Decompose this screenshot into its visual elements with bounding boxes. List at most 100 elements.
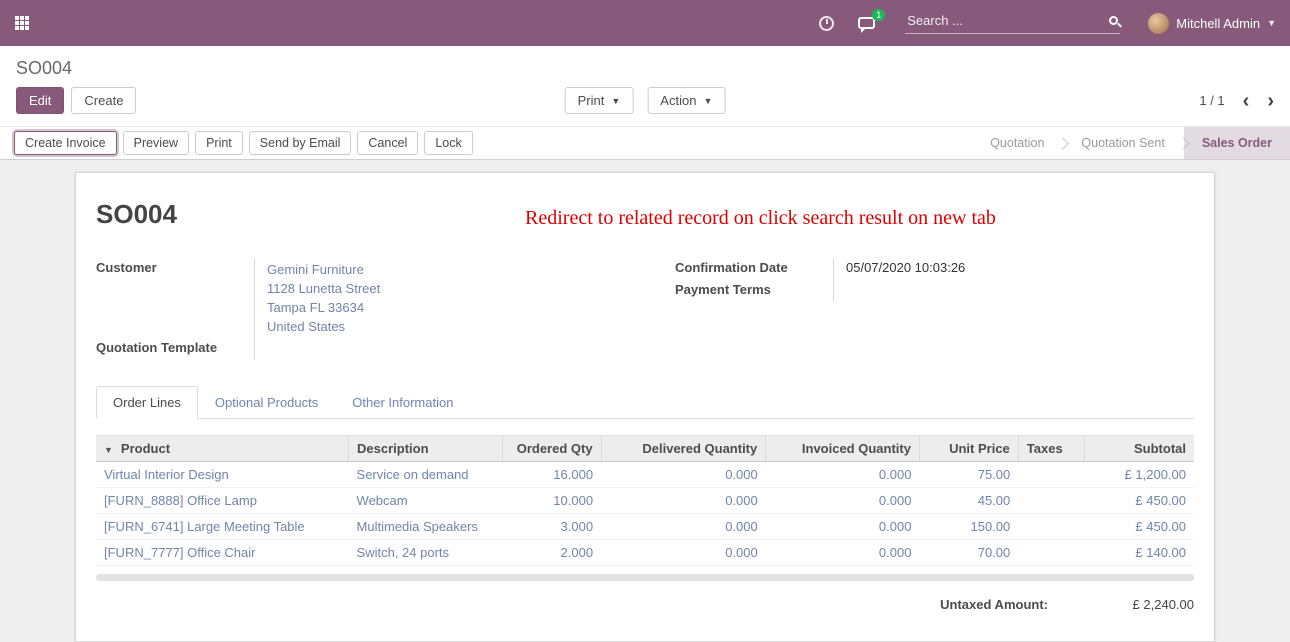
confirmation-date-value: 05/07/2020 10:03:26 (833, 258, 1194, 280)
search-icon[interactable] (1109, 16, 1118, 25)
action-dropdown-label: Action (660, 93, 696, 108)
customer-country: United States (267, 317, 615, 336)
preview-button[interactable]: Preview (123, 131, 189, 155)
order-line-row[interactable]: [FURN_7777] Office Chair Switch, 24 port… (96, 540, 1194, 566)
order-lines-table: ▼ Product Description Ordered Qty Deliver… (96, 435, 1194, 566)
product-cell[interactable]: [FURN_6741] Large Meeting Table (96, 514, 349, 540)
header-description[interactable]: Description (349, 436, 503, 462)
header-unit-price[interactable]: Unit Price (919, 436, 1018, 462)
create-button[interactable]: Create (71, 87, 136, 114)
edit-button[interactable]: Edit (16, 87, 64, 114)
order-lines-body: Virtual Interior Design Service on deman… (96, 462, 1194, 566)
form-view-container: SO004 Redirect to related record on clic… (0, 160, 1290, 642)
subtotal-cell: £ 450.00 (1084, 488, 1194, 514)
subtotal-cell: £ 1,200.00 (1084, 462, 1194, 488)
description-cell: Multimedia Speakers (349, 514, 503, 540)
pager-counter: 1 / 1 (1199, 93, 1224, 108)
activities-clock-icon[interactable] (819, 16, 834, 31)
field-groups: Customer Gemini Furniture 1128 Lunetta S… (96, 258, 1194, 360)
status-steps: Quotation Quotation Sent Sales Order (972, 127, 1290, 159)
avatar (1148, 13, 1169, 34)
untaxed-amount-value: £ 2,240.00 (1084, 597, 1194, 612)
delivered-qty-cell: 0.000 (601, 488, 766, 514)
totals-row: Untaxed Amount: £ 2,240.00 (96, 597, 1194, 612)
invoiced-qty-cell: 0.000 (766, 488, 920, 514)
unit-price-cell: 150.00 (919, 514, 1018, 540)
tab-order-lines[interactable]: Order Lines (96, 386, 198, 419)
record-title: SO004 (96, 199, 177, 230)
unit-price-cell: 75.00 (919, 462, 1018, 488)
untaxed-amount-label: Untaxed Amount: (940, 597, 1048, 612)
invoiced-qty-cell: 0.000 (766, 540, 920, 566)
action-dropdown[interactable]: Action ▼ (647, 87, 725, 114)
top-navbar: 1 Mitchell Admin ▼ (0, 0, 1290, 46)
product-cell[interactable]: [FURN_7777] Office Chair (96, 540, 349, 566)
chevron-down-icon: ▼ (611, 96, 620, 106)
header-product-label: Product (121, 441, 170, 456)
search-input[interactable] (905, 12, 1103, 29)
message-count-badge: 1 (872, 9, 885, 21)
header-delivered-quantity[interactable]: Delivered Quantity (601, 436, 766, 462)
quotation-template-value (254, 338, 615, 360)
quotation-template-label: Quotation Template (96, 338, 254, 360)
breadcrumb: SO004 (0, 46, 1290, 81)
header-product[interactable]: ▼ Product (96, 436, 349, 462)
print-button[interactable]: Print (195, 131, 243, 155)
customer-street: 1128 Lunetta Street (267, 279, 615, 298)
tab-optional-products[interactable]: Optional Products (198, 386, 335, 419)
order-line-row[interactable]: [FURN_6741] Large Meeting Table Multimed… (96, 514, 1194, 540)
order-line-row[interactable]: [FURN_8888] Office Lamp Webcam 10.000 0.… (96, 488, 1194, 514)
taxes-cell (1018, 488, 1084, 514)
customer-value[interactable]: Gemini Furniture 1128 Lunetta Street Tam… (254, 258, 615, 338)
delivered-qty-cell: 0.000 (601, 514, 766, 540)
unit-price-cell: 70.00 (919, 540, 1018, 566)
description-cell: Switch, 24 ports (349, 540, 503, 566)
create-invoice-button[interactable]: Create Invoice (14, 131, 117, 155)
unit-price-cell: 45.00 (919, 488, 1018, 514)
horizontal-scrollbar[interactable] (96, 574, 1194, 581)
step-sales-order[interactable]: Sales Order (1184, 127, 1290, 159)
pager-previous-icon[interactable]: ‹ (1243, 94, 1250, 108)
pager-next-icon[interactable]: › (1267, 94, 1274, 108)
step-quotation-sent[interactable]: Quotation Sent (1063, 127, 1182, 159)
column-dropdown-icon[interactable]: ▼ (104, 445, 113, 455)
header-taxes[interactable]: Taxes (1018, 436, 1084, 462)
ordered-qty-cell: 3.000 (502, 514, 601, 540)
taxes-cell (1018, 540, 1084, 566)
description-cell: Webcam (349, 488, 503, 514)
chevron-down-icon: ▼ (703, 96, 712, 106)
apps-menu-icon[interactable] (14, 15, 30, 31)
product-cell[interactable]: [FURN_8888] Office Lamp (96, 488, 349, 514)
right-field-group: Confirmation Date 05/07/2020 10:03:26 Pa… (675, 258, 1194, 360)
product-cell[interactable]: Virtual Interior Design (96, 462, 349, 488)
notebook-tabs: Order Lines Optional Products Other Info… (96, 386, 1194, 419)
invoiced-qty-cell: 0.000 (766, 514, 920, 540)
print-dropdown-label: Print (578, 93, 605, 108)
customer-name-link[interactable]: Gemini Furniture (267, 260, 615, 279)
tab-other-information[interactable]: Other Information (335, 386, 470, 419)
header-subtotal[interactable]: Subtotal (1084, 436, 1194, 462)
print-dropdown[interactable]: Print ▼ (565, 87, 634, 114)
user-name: Mitchell Admin (1176, 16, 1260, 31)
customer-city: Tampa FL 33634 (267, 298, 615, 317)
payment-terms-value (833, 280, 1194, 302)
messages-menu[interactable]: 1 (858, 17, 875, 29)
customer-label: Customer (96, 258, 254, 338)
payment-terms-label: Payment Terms (675, 280, 833, 302)
header-invoiced-quantity[interactable]: Invoiced Quantity (766, 436, 920, 462)
user-menu[interactable]: Mitchell Admin ▼ (1148, 13, 1276, 34)
global-search (905, 12, 1120, 34)
header-ordered-qty[interactable]: Ordered Qty (502, 436, 601, 462)
delivered-qty-cell: 0.000 (601, 462, 766, 488)
pager: 1 / 1 ‹ › (1199, 93, 1274, 108)
subtotal-cell: £ 450.00 (1084, 514, 1194, 540)
table-header-row: ▼ Product Description Ordered Qty Deliver… (96, 436, 1194, 462)
send-by-email-button[interactable]: Send by Email (249, 131, 352, 155)
ordered-qty-cell: 2.000 (502, 540, 601, 566)
cancel-button[interactable]: Cancel (357, 131, 418, 155)
taxes-cell (1018, 462, 1084, 488)
order-line-row[interactable]: Virtual Interior Design Service on deman… (96, 462, 1194, 488)
lock-button[interactable]: Lock (424, 131, 472, 155)
step-quotation[interactable]: Quotation (972, 127, 1062, 159)
taxes-cell (1018, 514, 1084, 540)
